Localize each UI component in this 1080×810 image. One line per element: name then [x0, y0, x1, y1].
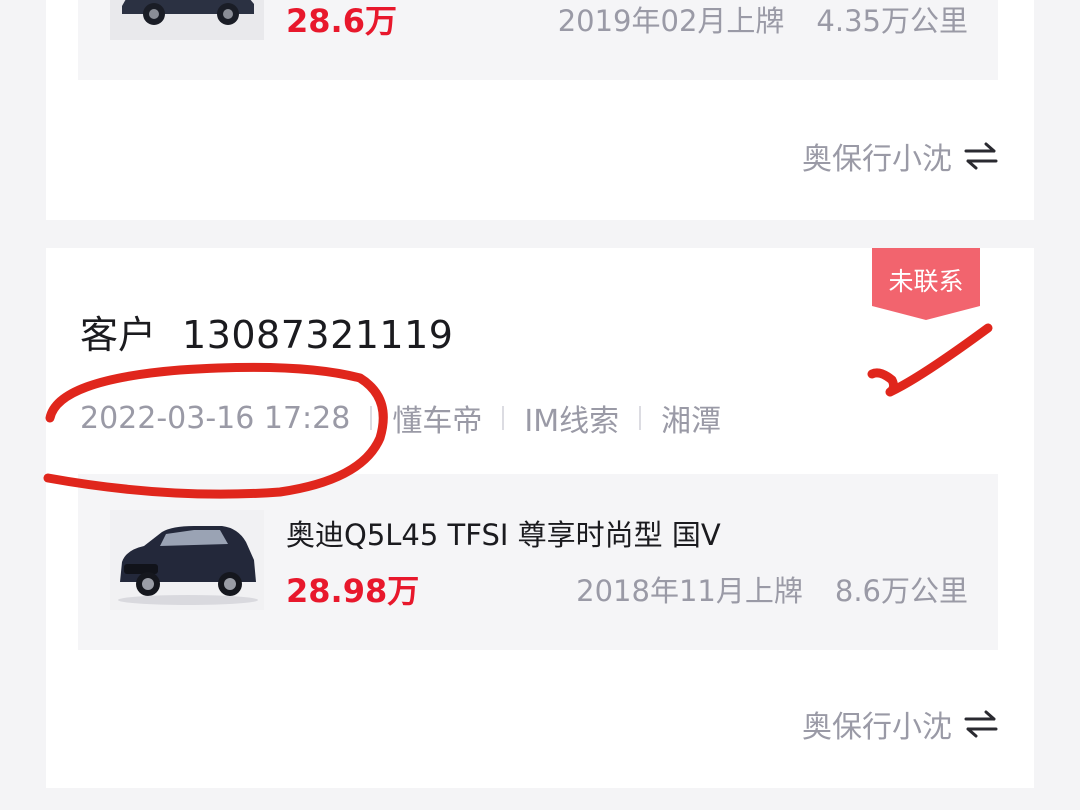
customer-header: 客户 13087321119: [80, 304, 453, 359]
car-thumbnail: [110, 510, 264, 610]
swap-arrows-icon[interactable]: [964, 142, 998, 170]
lead-source: 懂车帝: [392, 404, 483, 439]
assignee-switch[interactable]: 奥保行小沈: [802, 134, 998, 178]
lead-meta: 2022-03-16 17:28 懂车帝 IM线索 湘潭: [80, 396, 721, 440]
assignee-switch[interactable]: 奥保行小沈: [802, 702, 998, 746]
lead-datetime: 2022-03-16 17:28: [80, 400, 351, 436]
divider: [370, 406, 373, 430]
lead-city: 湘潭: [661, 404, 722, 439]
car-price: 28.98万: [286, 572, 420, 610]
mileage: 4.35万公里: [816, 4, 968, 38]
status-badge-label: 未联系: [888, 267, 964, 296]
lead-list-page: 28.6万 2019年02月上牌 4.35万公里 奥保行小沈 未联系 客户 1308…: [0, 0, 1080, 810]
status-badge: 未联系: [872, 248, 980, 320]
registration-date: 2018年11月上牌: [576, 574, 803, 608]
car-info-box[interactable]: 奥迪Q5L45 TFSI 尊享时尚型 国V 28.98万 2018年11月上牌 8…: [78, 474, 998, 650]
assignee-name: 奥保行小沈: [802, 142, 952, 177]
car-registration-info: 2018年11月上牌 8.6万公里: [576, 568, 968, 610]
car-registration-info: 2019年02月上牌 4.35万公里: [558, 0, 968, 40]
car-name: 奥迪Q5L45 TFSI 尊享时尚型 国V: [286, 518, 721, 552]
customer-label: 客户: [80, 313, 157, 357]
car-price: 28.6万: [286, 2, 397, 40]
customer-phone[interactable]: 13087321119: [182, 313, 453, 357]
registration-date: 2019年02月上牌: [557, 4, 785, 38]
lead-type: IM线索: [524, 404, 620, 439]
lead-card[interactable]: 28.6万 2019年02月上牌 4.35万公里 奥保行小沈: [46, 0, 1034, 220]
assignee-name: 奥保行小沈: [802, 710, 952, 745]
car-info-box[interactable]: 28.6万 2019年02月上牌 4.35万公里: [78, 0, 998, 80]
swap-arrows-icon[interactable]: [964, 710, 998, 738]
divider: [639, 406, 642, 430]
car-thumbnail: [110, 0, 264, 40]
mileage: 8.6万公里: [834, 574, 968, 608]
divider: [502, 406, 505, 430]
lead-card[interactable]: 未联系 客户 13087321119 2022-03-16 17:28 懂车帝 I…: [46, 248, 1034, 788]
